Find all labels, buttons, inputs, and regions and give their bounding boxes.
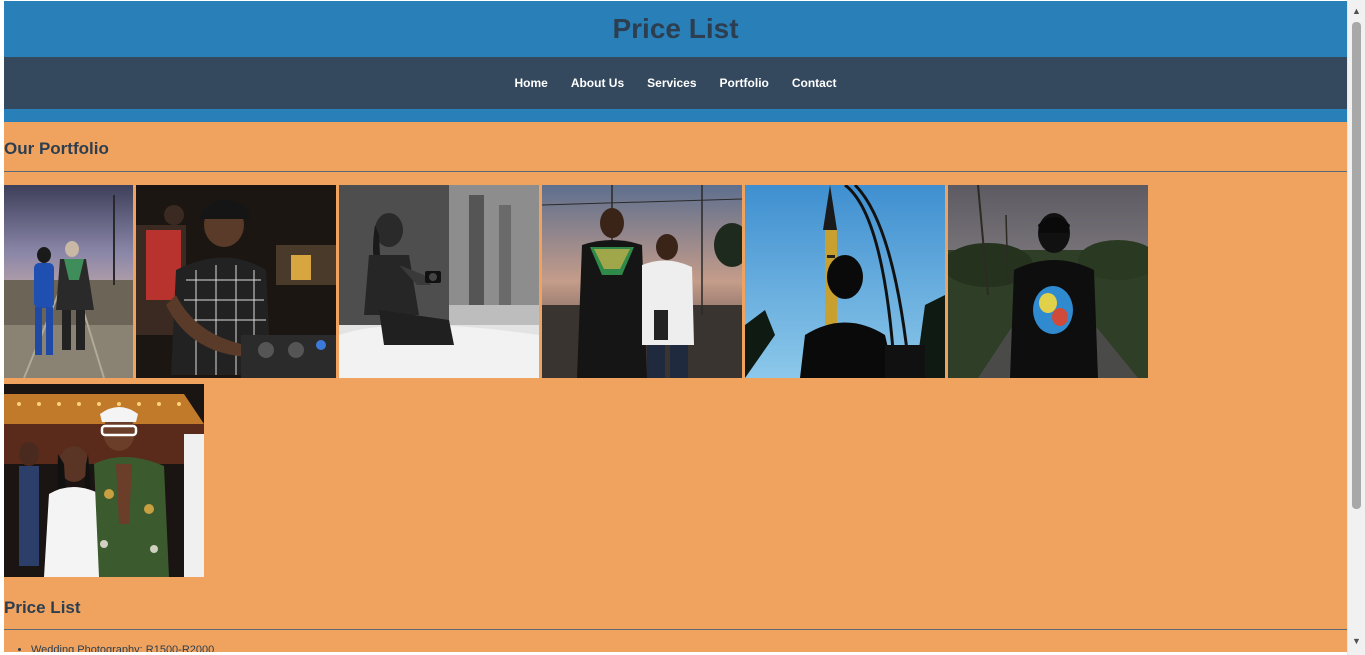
- church-silhouette-image: [745, 185, 945, 378]
- main-nav: Home About Us Services Portfolio Contact: [4, 57, 1347, 109]
- dj-image: [136, 185, 336, 378]
- nav-link-portfolio[interactable]: Portfolio: [720, 76, 769, 90]
- header-divider-strip: [4, 109, 1347, 122]
- nav-link-contact[interactable]: Contact: [792, 76, 837, 90]
- man-road-image: [948, 185, 1148, 378]
- price-list: Wedding Photography: R1500-R2000: [4, 630, 1347, 652]
- portfolio-photo-dj[interactable]: [136, 185, 336, 378]
- scroll-down-arrow-icon[interactable]: ▼: [1348, 632, 1365, 649]
- couple-tracks-image: [4, 185, 133, 378]
- page: Price List Home About Us Services Portfo…: [4, 1, 1347, 652]
- price-list-section: Price List Wedding Photography: R1500-R2…: [4, 577, 1347, 652]
- scroll-up-arrow-icon[interactable]: ▲: [1348, 2, 1365, 19]
- portfolio-heading: Our Portfolio: [4, 139, 109, 158]
- price-list-heading: Price List: [4, 598, 81, 617]
- portfolio-photo-woman-camera[interactable]: [339, 185, 539, 378]
- site-header: Price List: [4, 1, 1347, 57]
- vertical-scrollbar[interactable]: ▲ ▼: [1347, 0, 1365, 655]
- portfolio-photo-man-road[interactable]: [948, 185, 1148, 378]
- scrollbar-thumb[interactable]: [1352, 22, 1361, 509]
- portfolio-photo-church-silhouette[interactable]: [745, 185, 945, 378]
- woman-camera-image: [339, 185, 539, 378]
- nav-link-home[interactable]: Home: [514, 76, 547, 90]
- photo-gallery: [4, 172, 1347, 577]
- portfolio-photo-graduate[interactable]: [542, 185, 742, 378]
- portfolio-photo-couple-tracks[interactable]: [4, 185, 133, 378]
- portfolio-section: Our Portfolio: [4, 122, 1347, 577]
- portfolio-photo-party[interactable]: [4, 384, 204, 577]
- nav-link-about-us[interactable]: About Us: [571, 76, 624, 90]
- price-item-wedding: Wedding Photography: R1500-R2000: [31, 644, 1347, 652]
- nav-link-services[interactable]: Services: [647, 76, 696, 90]
- graduate-image: [542, 185, 742, 378]
- party-image: [4, 384, 204, 577]
- page-title: Price List: [612, 13, 739, 44]
